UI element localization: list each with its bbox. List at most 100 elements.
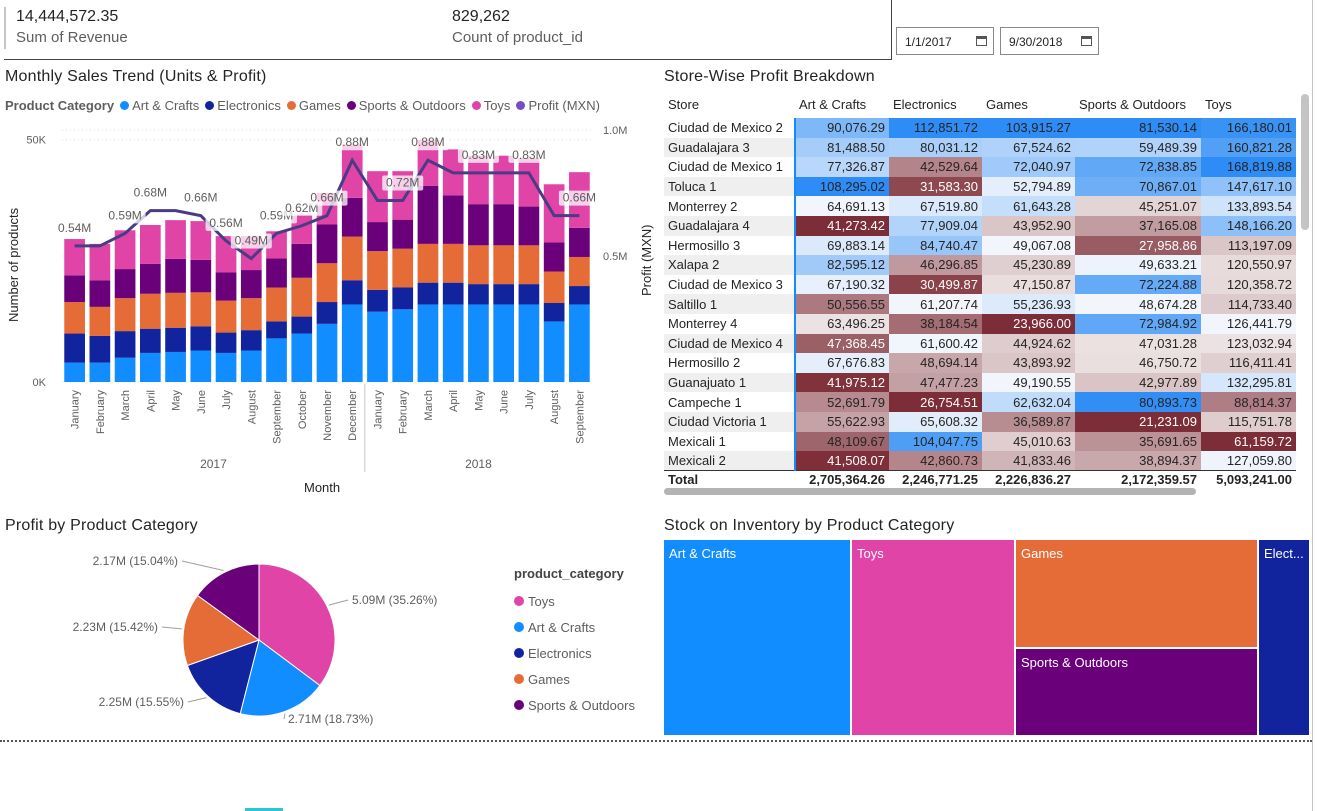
bar-segment[interactable] <box>215 332 237 353</box>
bar-segment[interactable] <box>266 287 287 322</box>
bar-segment[interactable] <box>543 321 565 382</box>
bar-segment[interactable] <box>190 292 212 327</box>
bar-segment[interactable] <box>215 352 237 382</box>
pie-legend-item-toys[interactable]: Toys <box>514 588 635 614</box>
bar-segment[interactable] <box>291 243 313 278</box>
bar-segment[interactable] <box>518 245 540 285</box>
table-row[interactable]: Hermosillo 2 67,676.83 48,694.14 43,893.92 4… <box>664 353 1296 373</box>
bar-segment[interactable] <box>341 280 363 305</box>
legend-item-art-crafts[interactable]: Art & Crafts <box>120 98 199 113</box>
bar-segment[interactable] <box>367 251 388 290</box>
pie-legend-item-electronics[interactable]: Electronics <box>514 640 635 666</box>
bar-segment[interactable] <box>240 350 262 383</box>
bar-segment[interactable] <box>316 263 338 303</box>
legend-item-games[interactable]: Games <box>286 98 341 113</box>
bar-segment[interactable] <box>543 271 565 304</box>
bar-segment[interactable] <box>417 282 439 305</box>
table-horizontal-scrollbar[interactable] <box>664 488 1196 495</box>
bar-segment[interactable] <box>442 243 464 283</box>
monthly-sales-chart[interactable]: Number of products Month 0.54M 0.59M 0.68M… <box>0 118 650 503</box>
bar-segment[interactable] <box>215 300 237 333</box>
table-row[interactable]: Mexicali 1 48,109.67 104,047.75 45,010.63 35… <box>664 431 1296 452</box>
bar-segment[interactable] <box>165 258 186 293</box>
table-row[interactable]: Monterrey 4 63,496.25 38,184.54 23,966.00 72… <box>664 313 1296 334</box>
bar-segment[interactable] <box>543 303 565 322</box>
bar-segment[interactable] <box>442 195 464 244</box>
bar-segment[interactable] <box>569 256 590 287</box>
bar-segment[interactable] <box>569 286 590 305</box>
bar-segment[interactable] <box>139 293 161 329</box>
bar-segment[interactable] <box>266 321 287 339</box>
bar-segment[interactable] <box>190 259 212 293</box>
table-row[interactable]: Hermosillo 3 69,883.14 84,740.47 49,067.08 2… <box>664 235 1296 256</box>
bar-segment[interactable] <box>367 222 388 252</box>
bar-segment[interactable] <box>518 284 540 305</box>
table-row[interactable]: Ciudad de Mexico 4 47,368.45 61,600.42 44,9… <box>664 333 1296 354</box>
bar-segment[interactable] <box>139 352 161 382</box>
bar-segment[interactable] <box>493 284 515 305</box>
bar-segment[interactable] <box>291 333 313 382</box>
store-profit-table[interactable]: Store Art & Crafts Electronics Games Spo… <box>664 90 1296 490</box>
table-vertical-scrollbar[interactable] <box>1301 94 1309 230</box>
bar-segment[interactable] <box>64 362 85 382</box>
legend-item-toys[interactable]: Toys <box>471 98 510 113</box>
bar-segment[interactable] <box>468 204 489 246</box>
bar-segment[interactable] <box>367 311 388 382</box>
table-row[interactable]: Xalapa 2 82,595.12 46,296.85 45,230.89 49,63… <box>664 255 1296 275</box>
bar-segment[interactable] <box>468 284 489 305</box>
table-row[interactable]: Guanajuato 1 41,975.12 47,477.23 49,190.55 4… <box>664 372 1296 393</box>
bar-segment[interactable] <box>442 282 464 305</box>
bar-segment[interactable] <box>417 304 439 382</box>
bar-segment[interactable] <box>316 323 338 382</box>
bar-segment[interactable] <box>139 328 161 353</box>
table-row[interactable]: Ciudad de Mexico 3 67,190.32 30,499.87 47,1… <box>664 274 1296 295</box>
column-header-toys[interactable]: Toys <box>1201 90 1296 118</box>
table-row[interactable]: Campeche 1 52,691.79 26,754.51 62,632.04 80,… <box>664 392 1296 412</box>
bar-segment[interactable] <box>493 304 515 382</box>
bar-segment[interactable] <box>165 351 186 382</box>
bar-segment[interactable] <box>291 316 313 334</box>
bar-segment[interactable] <box>114 357 136 382</box>
bar-segment[interactable] <box>114 331 136 358</box>
bar-segment[interactable] <box>392 248 414 288</box>
bar-segment[interactable] <box>139 224 161 264</box>
table-row[interactable]: Monterrey 2 64,691.13 67,519.80 61,643.28 45… <box>664 196 1296 216</box>
bar-segment[interactable] <box>367 289 388 312</box>
bar-segment[interactable] <box>64 302 85 334</box>
bar-segment[interactable] <box>114 298 136 332</box>
table-row[interactable]: Mexicali 2 41,508.07 42,860.73 41,833.46 38,… <box>664 451 1296 471</box>
bar-segment[interactable] <box>392 287 414 310</box>
bar-segment[interactable] <box>89 243 111 281</box>
bar-segment[interactable] <box>215 272 237 301</box>
pie-legend-item-art-crafts[interactable]: Art & Crafts <box>514 614 635 640</box>
bar-segment[interactable] <box>341 236 363 281</box>
column-header-games[interactable]: Games <box>982 90 1075 118</box>
calendar-icon[interactable] <box>976 36 987 46</box>
treemap-tile-electronics[interactable]: Elect... <box>1258 539 1310 736</box>
bar-segment[interactable] <box>89 280 111 307</box>
bar-segment[interactable] <box>468 155 489 205</box>
legend-item-profit[interactable]: Profit (MXN) <box>516 98 600 113</box>
bar-segment[interactable] <box>64 333 85 363</box>
bar-segment[interactable] <box>518 206 540 246</box>
calendar-icon[interactable] <box>1081 36 1092 46</box>
bar-segment[interactable] <box>165 220 186 259</box>
treemap-tile-sports-outdoors[interactable]: Sports & Outdoors <box>1015 648 1258 736</box>
bar-segment[interactable] <box>64 275 85 303</box>
treemap-tile-toys[interactable]: Toys <box>851 539 1015 736</box>
bar-segment[interactable] <box>114 269 136 299</box>
bar-segment[interactable] <box>240 330 262 351</box>
bar-segment[interactable] <box>493 155 515 205</box>
bar-segment[interactable] <box>569 304 590 382</box>
bar-segment[interactable] <box>392 219 414 249</box>
treemap-tile-art-crafts[interactable]: Art & Crafts <box>663 539 851 736</box>
table-row[interactable]: Guadalajara 4 41,273.42 77,909.04 43,952.90… <box>664 215 1296 236</box>
column-header-electronics[interactable]: Electronics <box>889 90 982 118</box>
table-row[interactable]: Guadalajara 3 81,488.50 80,031.12 67,524.62… <box>664 137 1296 158</box>
bar-segment[interactable] <box>316 302 338 324</box>
start-date-input[interactable]: 1/1/2017 <box>896 27 994 55</box>
bar-segment[interactable] <box>493 245 515 285</box>
bar-segment[interactable] <box>266 338 287 382</box>
column-header-sports-outdoors[interactable]: Sports & Outdoors <box>1075 90 1201 118</box>
end-date-input[interactable]: 9/30/2018 <box>1000 27 1099 55</box>
